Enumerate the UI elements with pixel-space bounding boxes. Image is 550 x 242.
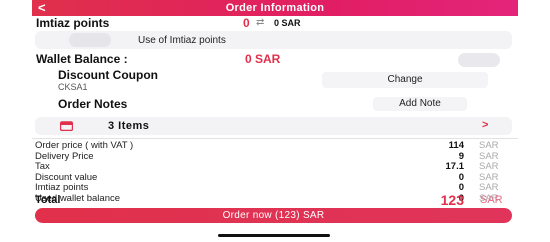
- use-points-label: Use of Imtiaz points: [138, 35, 226, 46]
- items-count: 3 Items: [108, 120, 150, 132]
- total-row: Total 123 SAR: [32, 192, 518, 208]
- total-label: Total: [35, 194, 61, 206]
- order-notes-row: Order Notes Add Note: [32, 96, 518, 112]
- summary-label: Order price ( with VAT ): [35, 140, 134, 151]
- chevron-right-icon: >: [482, 119, 489, 131]
- imtiaz-points-row: Imtiaz points 0 ⇄ 0 SAR: [32, 15, 518, 31]
- imtiaz-points-title: Imtiaz points: [36, 16, 110, 30]
- wallet-balance-row: Wallet Balance : 0 SAR: [32, 51, 518, 67]
- header-bar: < Order Information: [32, 0, 518, 16]
- coupon-code: CKSA1: [58, 82, 88, 92]
- items-card[interactable]: 3 Items >: [35, 117, 512, 135]
- add-note-button[interactable]: Add Note: [373, 97, 467, 111]
- summary-row: Discount value 0 SAR: [32, 172, 518, 184]
- total-currency: SAR: [480, 194, 503, 206]
- wallet-balance-label: Wallet Balance :: [36, 52, 128, 66]
- summary-row: Order price ( with VAT ) 114 SAR: [32, 140, 518, 152]
- imtiaz-points-sar: 0 SAR: [274, 18, 301, 28]
- summary-label: Imtiaz points: [35, 182, 89, 193]
- change-coupon-button[interactable]: Change: [322, 72, 488, 88]
- imtiaz-points-value: 0: [243, 16, 250, 30]
- shopping-cart-icon: [60, 121, 73, 131]
- swap-arrows-icon: ⇄: [256, 17, 265, 28]
- order-now-button[interactable]: Order now (123) SAR: [35, 208, 512, 223]
- page-title: Order Information: [225, 2, 325, 14]
- wallet-balance-value: 0 SAR: [245, 52, 281, 66]
- summary-value: 114: [448, 140, 464, 151]
- order-notes-title: Order Notes: [58, 97, 128, 111]
- summary-row: Tax 17.1 SAR: [32, 161, 518, 173]
- home-indicator: [218, 234, 330, 237]
- discount-coupon-title: Discount Coupon: [58, 68, 158, 82]
- summary-currency: SAR: [479, 140, 499, 151]
- summary-currency: SAR: [479, 161, 499, 172]
- summary-label: Tax: [35, 161, 50, 172]
- wallet-toggle[interactable]: [458, 53, 500, 67]
- order-information-screen: < Order Information Imtiaz points 0 ⇄ 0 …: [32, 0, 518, 242]
- summary-currency: SAR: [479, 182, 499, 193]
- divider: [32, 138, 518, 139]
- summary-value: 17.1: [445, 161, 465, 172]
- use-points-toggle[interactable]: [69, 33, 111, 47]
- use-points-card: Use of Imtiaz points: [35, 31, 512, 49]
- total-value: 123: [440, 192, 464, 208]
- discount-coupon-row: Discount Coupon CKSA1 Change: [32, 67, 518, 95]
